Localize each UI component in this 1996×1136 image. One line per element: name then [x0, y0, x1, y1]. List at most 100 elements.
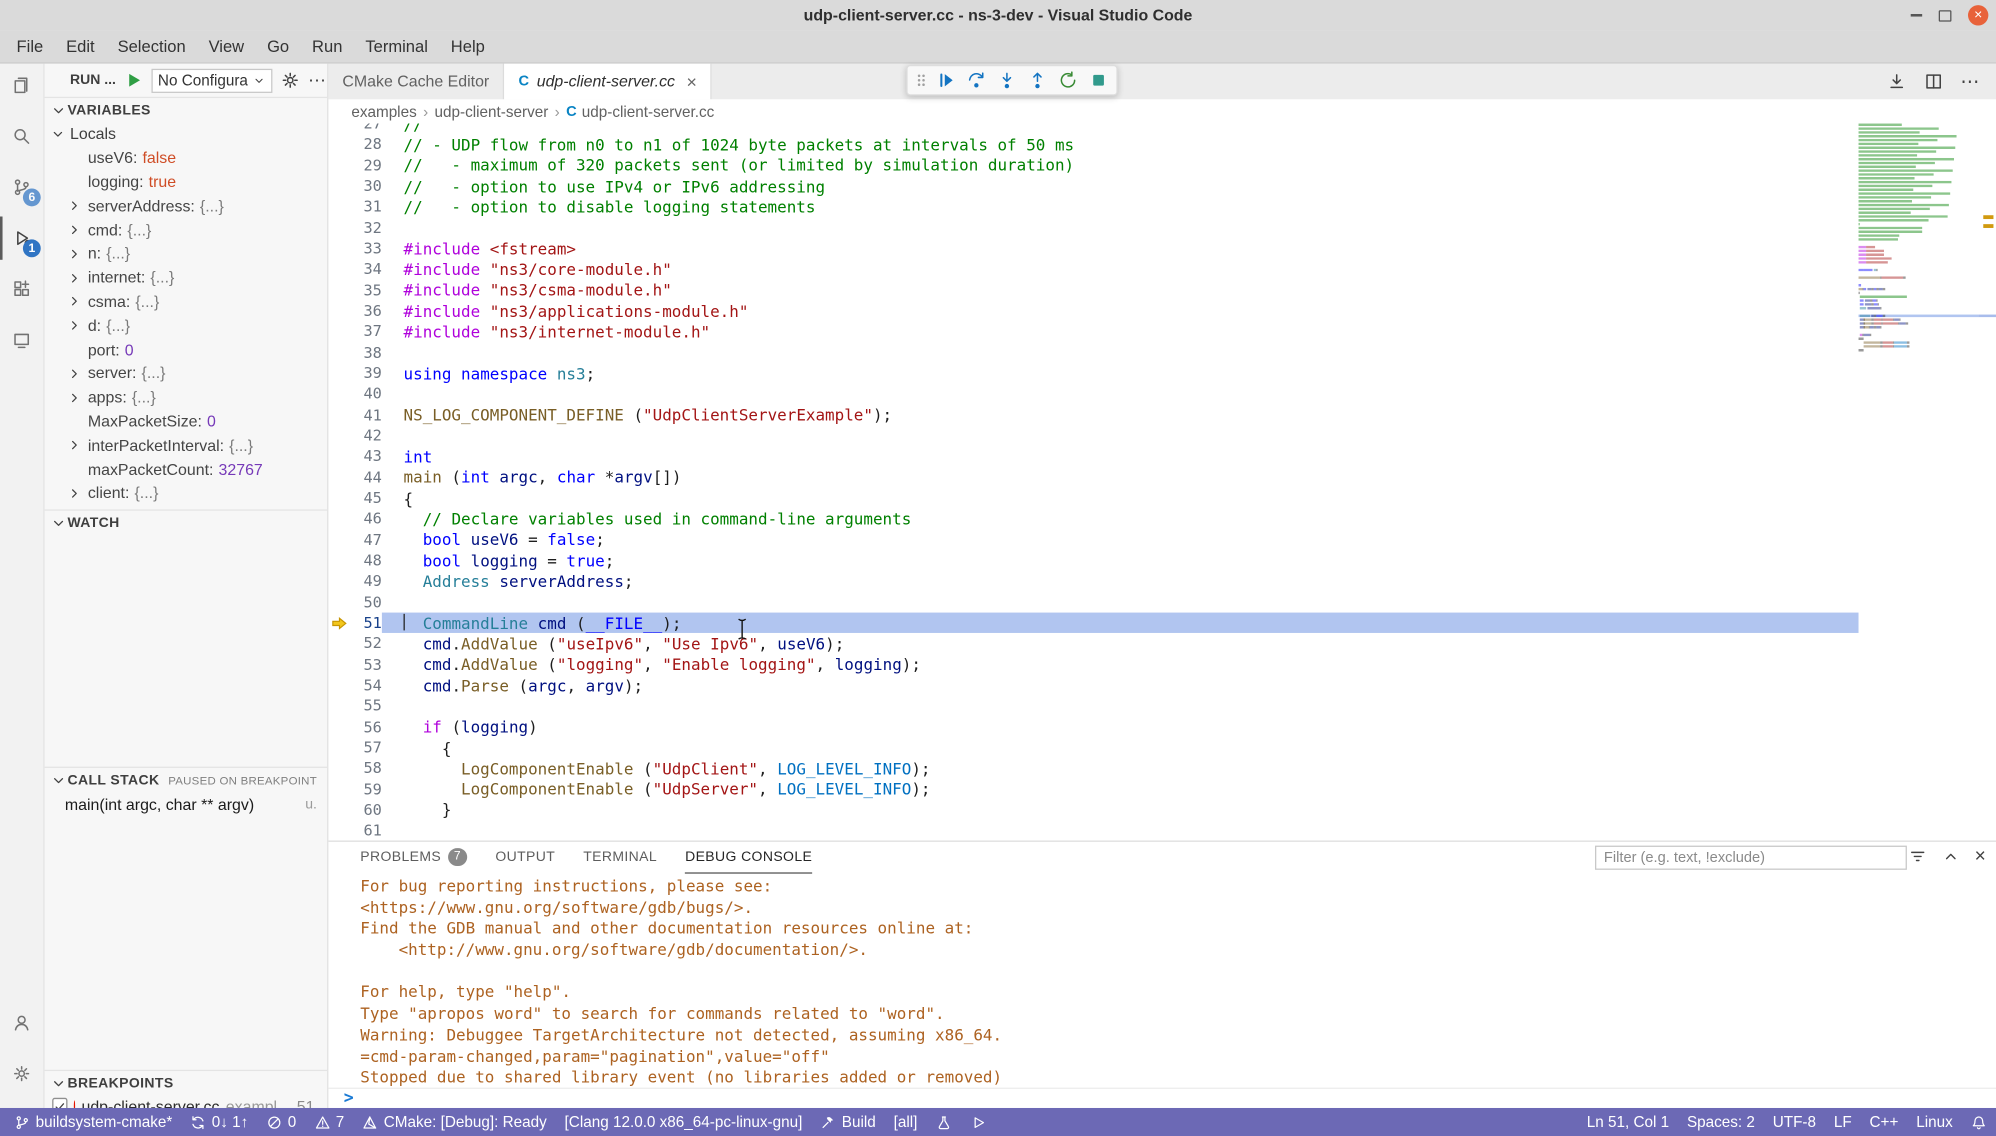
code-line-48[interactable]: 48 bool logging = true;: [328, 550, 1996, 571]
gutter-glyph[interactable]: [328, 280, 348, 301]
code-line-59[interactable]: 59 LogComponentEnable ("UdpServer", LOG_…: [328, 779, 1996, 800]
gutter-glyph[interactable]: [328, 124, 348, 135]
variables-scope-locals[interactable]: Locals: [45, 122, 328, 146]
start-debug-icon[interactable]: [124, 70, 144, 90]
status-kit-selector[interactable]: [Clang 12.0.0 x86_64-pc-linux-gnu]: [556, 1108, 812, 1136]
gutter-glyph[interactable]: [328, 529, 348, 550]
code-line-50[interactable]: 50: [328, 592, 1996, 613]
status-cmake-status[interactable]: CMake: [Debug]: Ready: [353, 1108, 555, 1136]
code-line-28[interactable]: 28// - UDP flow from n0 to n1 of 1024 by…: [328, 134, 1996, 155]
activity-run-and-debug[interactable]: 1: [0, 217, 43, 260]
menu-edit[interactable]: Edit: [55, 31, 106, 63]
variable-maxpacketsize[interactable]: MaxPacketSize: 0: [45, 410, 328, 434]
stack-frame[interactable]: main(int argc, char ** argv) u.: [45, 792, 328, 816]
split-editor-button[interactable]: [1923, 71, 1943, 91]
variable-maxpacketcount[interactable]: maxPacketCount: 32767: [45, 457, 328, 481]
breadcrumb-udp-client-server-cc[interactable]: Cudp-client-server.cc: [566, 103, 714, 121]
gutter-glyph[interactable]: [328, 217, 348, 238]
variable-logging[interactable]: logging: true: [45, 170, 328, 194]
activity-search[interactable]: [0, 115, 43, 158]
gutter-glyph[interactable]: [328, 321, 348, 342]
gutter-glyph[interactable]: [328, 384, 348, 405]
variable-csma[interactable]: csma: {...}: [45, 290, 328, 314]
console-filter-input[interactable]: [1595, 846, 1907, 870]
variable-internet[interactable]: internet: {...}: [45, 266, 328, 290]
code-line-58[interactable]: 58 LogComponentEnable ("UdpClient", LOG_…: [328, 758, 1996, 779]
breakpoints-section-header[interactable]: BREAKPOINTS: [45, 1070, 328, 1095]
gutter-glyph[interactable]: [328, 758, 348, 779]
variable-server[interactable]: server: {...}: [45, 362, 328, 386]
menu-run[interactable]: Run: [301, 31, 354, 63]
status-test-button[interactable]: [926, 1108, 960, 1136]
editor-download-button[interactable]: [1887, 71, 1907, 91]
status-eol[interactable]: LF: [1825, 1108, 1861, 1136]
code-line-32[interactable]: 32: [328, 217, 1996, 238]
gutter-glyph[interactable]: [328, 820, 348, 840]
breakpoint-item[interactable]: udp-client-server.cc exampl... 51: [45, 1095, 328, 1108]
menu-go[interactable]: Go: [256, 31, 301, 63]
menu-view[interactable]: View: [197, 31, 255, 63]
minimize-button[interactable]: [1909, 6, 1922, 24]
close-window-button[interactable]: ×: [1968, 5, 1988, 25]
debug-stop-button[interactable]: [1085, 67, 1112, 92]
menu-file[interactable]: File: [5, 31, 55, 63]
menu-selection[interactable]: Selection: [106, 31, 197, 63]
status-os-indicator[interactable]: Linux: [1907, 1108, 1961, 1136]
gutter-glyph[interactable]: [328, 155, 348, 176]
code-line-40[interactable]: 40: [328, 384, 1996, 405]
code-line-57[interactable]: 57 {: [328, 737, 1996, 758]
code-line-55[interactable]: 55: [328, 696, 1996, 717]
code-line-45[interactable]: 45{: [328, 488, 1996, 509]
debug-config-dropdown[interactable]: No Configura: [152, 68, 273, 92]
close-icon[interactable]: ×: [686, 71, 696, 91]
activity-explorer[interactable]: [0, 64, 43, 107]
status-encoding[interactable]: UTF-8: [1764, 1108, 1825, 1136]
maximize-panel-icon[interactable]: [1942, 847, 1961, 866]
code-line-31[interactable]: 31// - option to disable logging stateme…: [328, 197, 1996, 218]
gutter-glyph[interactable]: [328, 800, 348, 821]
code-line-52[interactable]: 52 cmd.AddValue ("useIpv6", "Use Ipv6", …: [328, 633, 1996, 654]
code-line-41[interactable]: 41NS_LOG_COMPONENT_DEFINE ("UdpClientSer…: [328, 404, 1996, 425]
close-panel-icon[interactable]: ×: [1975, 847, 1986, 866]
run-more-actions-icon[interactable]: ⋯: [308, 69, 327, 91]
code-line-51[interactable]: 51 CommandLine cmd (__FILE__);: [328, 612, 1996, 633]
code-line-39[interactable]: 39using namespace ns3;: [328, 363, 1996, 384]
status-sync-status[interactable]: 0↓ 1↑: [181, 1108, 257, 1136]
maximize-button[interactable]: [1939, 10, 1952, 21]
code-line-44[interactable]: 44main (int argc, char *argv[]): [328, 467, 1996, 488]
code-line-60[interactable]: 60 }: [328, 800, 1996, 821]
activity-remote-explorer[interactable]: [0, 318, 43, 361]
gutter-glyph[interactable]: [328, 737, 348, 758]
debug-step-out-button[interactable]: [1023, 67, 1050, 92]
gutter-glyph[interactable]: [328, 467, 348, 488]
activity-account[interactable]: [0, 1001, 43, 1044]
status-build-target[interactable]: [all]: [885, 1108, 927, 1136]
status-language-mode[interactable]: C++: [1861, 1108, 1908, 1136]
debug-console-output[interactable]: For bug reporting instructions, please s…: [328, 874, 1978, 1088]
code-line-56[interactable]: 56 if (logging): [328, 716, 1996, 737]
gutter-glyph[interactable]: [328, 176, 348, 197]
gutter-glyph[interactable]: [328, 508, 348, 529]
gutter-glyph[interactable]: [328, 696, 348, 717]
code-line-27[interactable]: 27//: [328, 124, 1996, 135]
panel-tab-terminal[interactable]: TERMINAL: [583, 842, 657, 874]
code-line-46[interactable]: 46 // Declare variables used in command-…: [328, 508, 1996, 529]
gutter-glyph[interactable]: [328, 300, 348, 321]
code-line-43[interactable]: 43int: [328, 446, 1996, 467]
debug-settings-gear-icon[interactable]: [280, 70, 300, 90]
gutter-glyph[interactable]: [328, 259, 348, 280]
gutter-glyph[interactable]: [328, 342, 348, 363]
code-line-38[interactable]: 38: [328, 342, 1996, 363]
code-line-37[interactable]: 37#include "ns3/internet-module.h": [328, 321, 1996, 342]
status-build-button[interactable]: Build: [811, 1108, 884, 1136]
gutter-glyph[interactable]: [328, 238, 348, 259]
variables-section-header[interactable]: VARIABLES: [45, 97, 328, 122]
editor-more-actions-icon[interactable]: ⋯: [1960, 70, 1980, 93]
code-line-47[interactable]: 47 bool useV6 = false;: [328, 529, 1996, 550]
debug-continue-button[interactable]: [932, 67, 959, 92]
gutter-glyph[interactable]: [328, 675, 348, 696]
gutter-glyph[interactable]: [328, 404, 348, 425]
status-git-branch[interactable]: buildsystem-cmake*: [5, 1108, 181, 1136]
tab-udp-client-server-cc[interactable]: Cudp-client-server.cc×: [505, 64, 713, 100]
gutter-glyph[interactable]: [328, 446, 348, 467]
